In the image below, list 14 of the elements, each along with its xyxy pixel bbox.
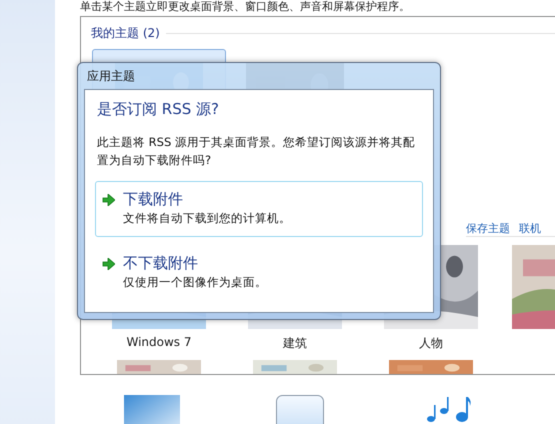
theme-name: 人物	[419, 335, 443, 352]
option-title: 下载附件	[123, 190, 183, 209]
option-description: 文件将自动下载到您的计算机。	[123, 211, 291, 226]
option-title: 不下载附件	[123, 254, 198, 273]
link[interactable]: 保存主题	[466, 221, 510, 236]
theme-name: 建筑	[283, 335, 307, 352]
command-link[interactable]: 不下载附件 仅使用一个图像作为桌面。	[95, 245, 423, 301]
dialog-description: 此主题将 RSS 源用于其桌面背景。您希望订阅该源并将其配置为自动下载附件吗?	[97, 134, 416, 169]
link[interactable]: 联机	[519, 221, 541, 236]
intro-text: 单击某个主题立即更改桌面背景、窗口颜色、声音和屏幕保护程序。	[80, 0, 410, 13]
theme-name: Windows 7	[126, 335, 192, 349]
command-link[interactable]: 下载附件 文件将自动下载到您的计算机。	[95, 181, 423, 237]
section-title: 我的主题 (2)	[91, 24, 160, 42]
option-description: 仅使用一个图像作为桌面。	[123, 275, 267, 290]
